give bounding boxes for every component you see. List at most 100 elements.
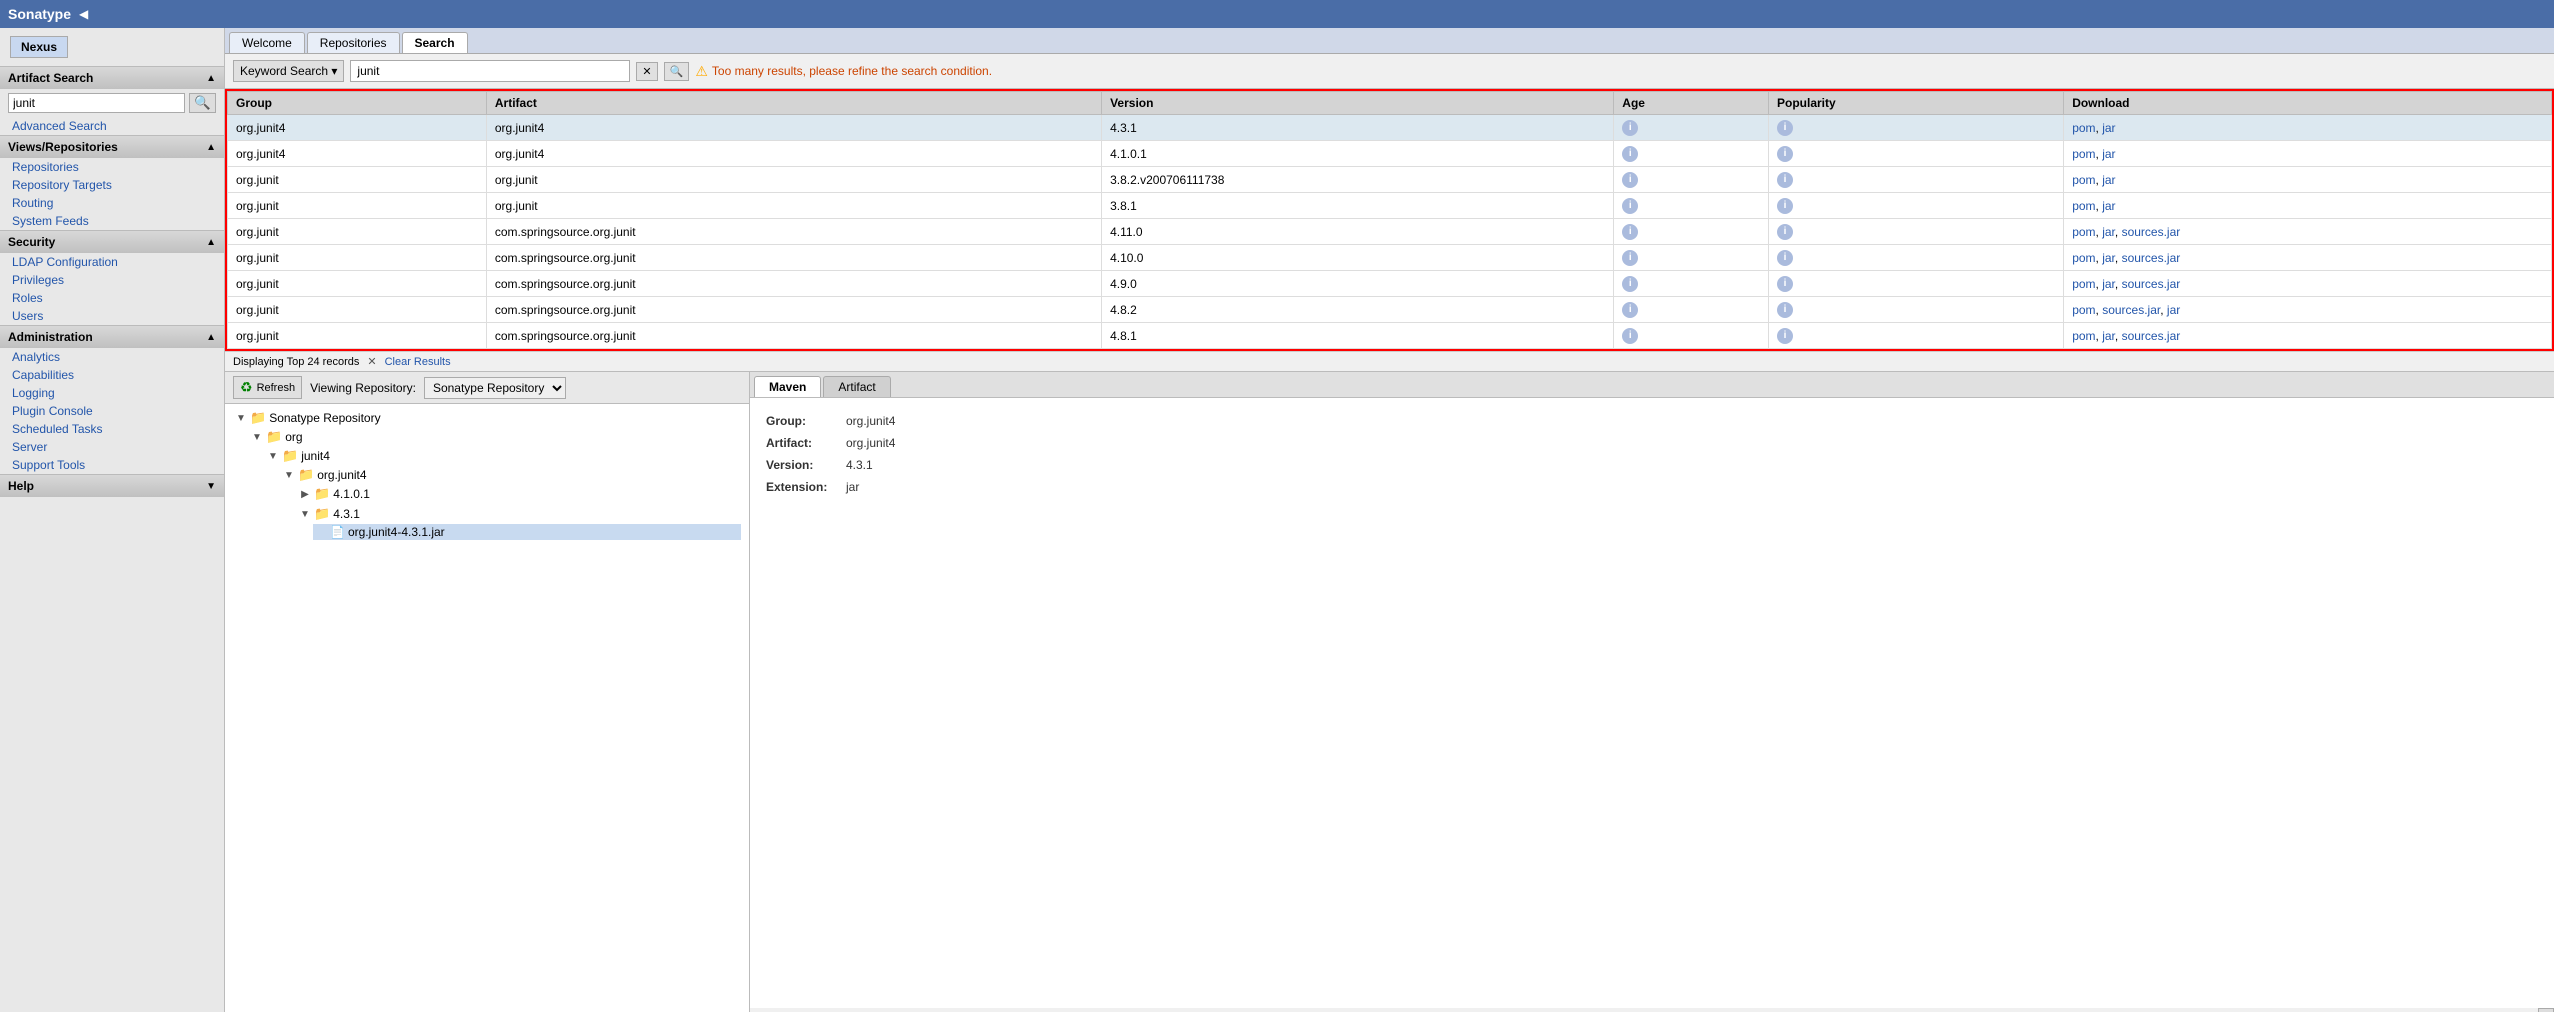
collapse-sidebar-btn[interactable]: ◀ (79, 7, 88, 21)
sidebar-item-ldap[interactable]: LDAP Configuration (0, 253, 224, 271)
clear-results-link[interactable]: Clear Results (385, 356, 451, 368)
download-link[interactable]: sources.jar (2122, 225, 2181, 239)
sidebar-item-scheduled-tasks[interactable]: Scheduled Tasks (0, 420, 224, 438)
info-icon[interactable]: i (1622, 198, 1638, 214)
info-icon[interactable]: i (1777, 250, 1793, 266)
download-link[interactable]: jar (2102, 329, 2115, 343)
keyword-search-dropdown[interactable]: Keyword Search ▾ (233, 60, 344, 82)
sidebar-item-system-feeds[interactable]: System Feeds (0, 212, 224, 230)
download-link[interactable]: pom (2072, 329, 2095, 343)
download-link[interactable]: pom (2072, 225, 2095, 239)
sidebar-item-repository-targets[interactable]: Repository Targets (0, 176, 224, 194)
info-icon[interactable]: i (1777, 120, 1793, 136)
tree-row-org[interactable]: ▼ 📁 org (249, 428, 741, 446)
table-row[interactable]: org.junit4org.junit44.1.0.1iipom, jar (228, 141, 2552, 167)
download-link[interactable]: pom (2072, 303, 2095, 317)
download-link[interactable]: jar (2102, 251, 2115, 265)
administration-collapse[interactable]: ▲ (206, 332, 216, 343)
tab-repositories[interactable]: Repositories (307, 32, 400, 53)
download-link[interactable]: jar (2102, 199, 2115, 213)
table-row[interactable]: org.junitcom.springsource.org.junit4.8.2… (228, 297, 2552, 323)
nexus-button[interactable]: Nexus (10, 36, 68, 58)
sidebar-search-input[interactable] (8, 93, 185, 113)
download-link[interactable]: sources.jar (2122, 251, 2181, 265)
info-icon[interactable]: i (1777, 302, 1793, 318)
tree-row-junit4[interactable]: ▼ 📁 junit4 (265, 447, 741, 465)
sidebar-item-repositories[interactable]: Repositories (0, 158, 224, 176)
advanced-search-link[interactable]: Advanced Search (0, 117, 224, 135)
info-icon[interactable]: i (1777, 198, 1793, 214)
download-link[interactable]: pom (2072, 121, 2095, 135)
sidebar-item-server[interactable]: Server (0, 438, 224, 456)
info-icon[interactable]: i (1777, 328, 1793, 344)
table-row[interactable]: org.junitcom.springsource.org.junit4.9.0… (228, 271, 2552, 297)
download-link[interactable]: pom (2072, 251, 2095, 265)
download-link[interactable]: sources.jar (2102, 303, 2160, 317)
info-icon[interactable]: i (1777, 276, 1793, 292)
col-download[interactable]: Download (2064, 92, 2552, 115)
info-icon[interactable]: i (1622, 120, 1638, 136)
info-icon[interactable]: i (1622, 224, 1638, 240)
col-popularity[interactable]: Popularity (1769, 92, 2064, 115)
sidebar-item-users[interactable]: Users (0, 307, 224, 325)
refresh-button[interactable]: ♻ Refresh (233, 376, 302, 399)
tab-search[interactable]: Search (402, 32, 468, 53)
table-row[interactable]: org.junitcom.springsource.org.junit4.8.1… (228, 323, 2552, 349)
sidebar-item-plugin-console[interactable]: Plugin Console (0, 402, 224, 420)
tree-row-v431[interactable]: ▼ 📁 4.3.1 (297, 505, 741, 523)
sidebar-search-button[interactable]: 🔍 (189, 93, 216, 113)
col-version[interactable]: Version (1102, 92, 1614, 115)
repository-select[interactable]: Sonatype Repository (424, 377, 566, 399)
sidebar-item-analytics[interactable]: Analytics (0, 348, 224, 366)
tab-welcome[interactable]: Welcome (229, 32, 305, 53)
info-icon[interactable]: i (1622, 172, 1638, 188)
tree-row-jar-file[interactable]: 📄 org.junit4-4.3.1.jar (313, 524, 741, 540)
download-link[interactable]: jar (2102, 121, 2115, 135)
download-link[interactable]: jar (2102, 277, 2115, 291)
sidebar-item-logging[interactable]: Logging (0, 384, 224, 402)
download-link[interactable]: jar (2102, 147, 2115, 161)
search-go-button[interactable]: 🔍 (664, 62, 690, 81)
views-collapse[interactable]: ▲ (206, 142, 216, 153)
tree-row-org-junit4[interactable]: ▼ 📁 org.junit4 (281, 466, 741, 484)
table-row[interactable]: org.junitorg.junit3.8.2.v200706111738iip… (228, 167, 2552, 193)
sidebar-item-privileges[interactable]: Privileges (0, 271, 224, 289)
download-link[interactable]: sources.jar (2122, 329, 2181, 343)
table-row[interactable]: org.junitorg.junit3.8.1iipom, jar (228, 193, 2552, 219)
col-age[interactable]: Age (1614, 92, 1769, 115)
download-link[interactable]: sources.jar (2122, 277, 2181, 291)
info-icon[interactable]: i (1777, 224, 1793, 240)
help-collapse[interactable]: ▼ (206, 481, 216, 492)
tree-row-v4101[interactable]: ▶ 📁 4.1.0.1 (297, 485, 741, 503)
download-link[interactable]: jar (2167, 303, 2180, 317)
col-group[interactable]: Group (228, 92, 487, 115)
search-input[interactable] (350, 60, 630, 82)
download-link[interactable]: pom (2072, 199, 2095, 213)
search-clear-button[interactable]: ✕ (636, 62, 657, 81)
table-row[interactable]: org.junitcom.springsource.org.junit4.10.… (228, 245, 2552, 271)
info-icon[interactable]: i (1622, 328, 1638, 344)
info-icon[interactable]: i (1777, 146, 1793, 162)
download-link[interactable]: pom (2072, 173, 2095, 187)
table-row[interactable]: org.junit4org.junit44.3.1iipom, jar (228, 115, 2552, 141)
info-icon[interactable]: i (1777, 172, 1793, 188)
clear-x[interactable]: ✕ (367, 355, 376, 368)
col-artifact[interactable]: Artifact (486, 92, 1101, 115)
artifact-search-collapse[interactable]: ▲ (206, 73, 216, 84)
info-icon[interactable]: i (1622, 250, 1638, 266)
tab-maven[interactable]: Maven (754, 376, 821, 397)
download-link[interactable]: jar (2102, 173, 2115, 187)
download-link[interactable]: pom (2072, 147, 2095, 161)
tab-artifact[interactable]: Artifact (823, 376, 890, 397)
info-icon[interactable]: i (1622, 276, 1638, 292)
sidebar-item-roles[interactable]: Roles (0, 289, 224, 307)
sidebar-item-support-tools[interactable]: Support Tools (0, 456, 224, 474)
sidebar-item-routing[interactable]: Routing (0, 194, 224, 212)
security-collapse[interactable]: ▲ (206, 237, 216, 248)
info-icon[interactable]: i (1622, 302, 1638, 318)
table-row[interactable]: org.junitcom.springsource.org.junit4.11.… (228, 219, 2552, 245)
download-link[interactable]: pom (2072, 277, 2095, 291)
collapse-detail-btn[interactable]: » (2538, 1008, 2554, 1012)
download-link[interactable]: jar (2102, 225, 2115, 239)
info-icon[interactable]: i (1622, 146, 1638, 162)
